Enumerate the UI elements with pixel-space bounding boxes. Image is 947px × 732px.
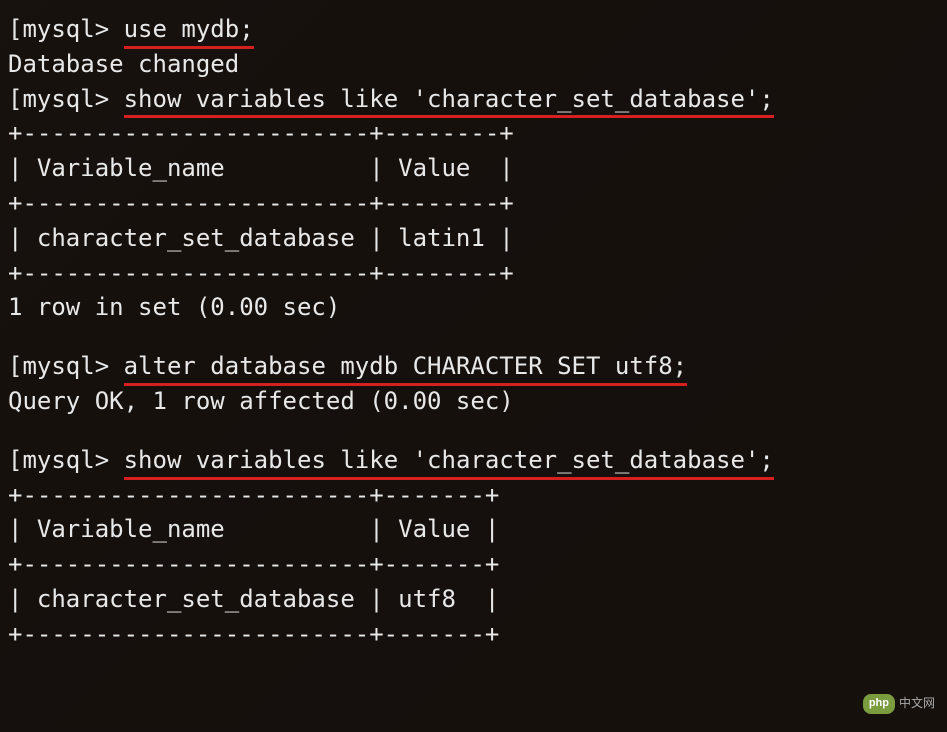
- table-border: +------------------------+-------+: [8, 478, 939, 513]
- command-show-vars-1: show variables like 'character_set_datab…: [124, 82, 774, 117]
- table-border: +------------------------+--------+: [8, 186, 939, 221]
- watermark-badge: php: [863, 694, 895, 714]
- response-db-changed: Database changed: [8, 47, 939, 82]
- prompt-bracket: [: [8, 15, 22, 43]
- blank-line: [8, 419, 939, 443]
- prompt-bracket: [: [8, 446, 22, 474]
- mysql-prompt: mysql>: [22, 15, 123, 43]
- watermark: php 中文网: [863, 694, 935, 714]
- command-line-1: [mysql> use mydb;: [8, 12, 939, 47]
- response-rowcount-1: 1 row in set (0.00 sec): [8, 290, 939, 325]
- table-border: +------------------------+-------+: [8, 617, 939, 652]
- mysql-prompt: mysql>: [22, 446, 123, 474]
- mysql-prompt: mysql>: [22, 352, 123, 380]
- command-show-vars-2: show variables like 'character_set_datab…: [124, 443, 774, 478]
- watermark-text: 中文网: [899, 695, 935, 712]
- mysql-prompt: mysql>: [22, 85, 123, 113]
- command-use: use mydb;: [124, 12, 254, 47]
- table-border: +------------------------+--------+: [8, 256, 939, 291]
- blank-line: [8, 325, 939, 349]
- table-border: +------------------------+-------+: [8, 547, 939, 582]
- terminal-output: [mysql> use mydb; Database changed [mysq…: [8, 12, 939, 652]
- response-query-ok: Query OK, 1 row affected (0.00 sec): [8, 384, 939, 419]
- command-alter: alter database mydb CHARACTER SET utf8;: [124, 349, 688, 384]
- command-line-4: [mysql> show variables like 'character_s…: [8, 443, 939, 478]
- table-border: +------------------------+--------+: [8, 116, 939, 151]
- table-header: | Variable_name | Value |: [8, 512, 939, 547]
- table-row: | character_set_database | latin1 |: [8, 221, 939, 256]
- table-header: | Variable_name | Value |: [8, 151, 939, 186]
- command-line-2: [mysql> show variables like 'character_s…: [8, 82, 939, 117]
- table-row: | character_set_database | utf8 |: [8, 582, 939, 617]
- prompt-bracket: [: [8, 352, 22, 380]
- command-line-3: [mysql> alter database mydb CHARACTER SE…: [8, 349, 939, 384]
- prompt-bracket: [: [8, 85, 22, 113]
